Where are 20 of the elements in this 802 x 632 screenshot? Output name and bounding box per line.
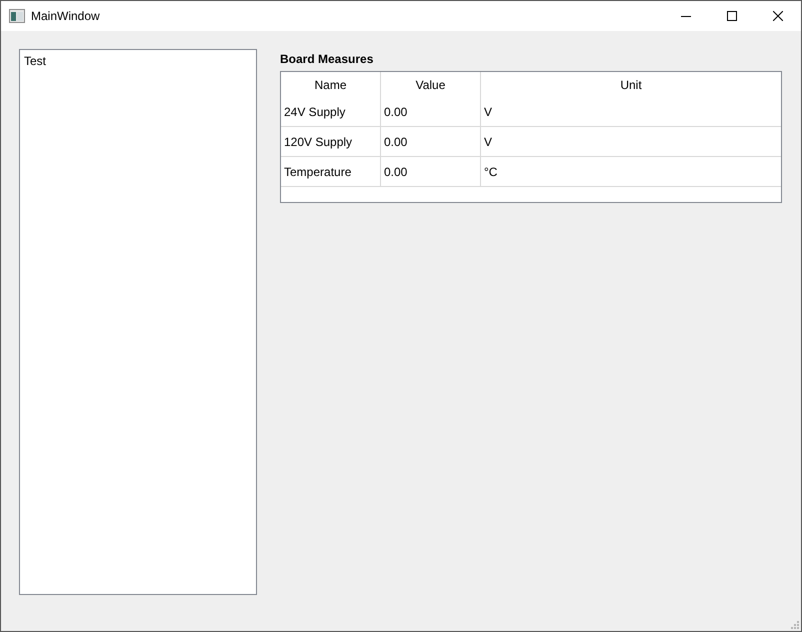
close-icon (773, 11, 783, 21)
table-cell: 0.00 (381, 157, 481, 186)
column-header[interactable]: Value (381, 72, 481, 97)
app-icon (9, 9, 25, 23)
table-cell-text: °C (483, 164, 498, 180)
table-cell: 120V Supply (281, 127, 381, 156)
window-title: MainWindow (31, 9, 100, 23)
table-cell-text: V (483, 134, 494, 150)
column-header[interactable]: Name (281, 72, 381, 97)
group-title: Board Measures (280, 51, 374, 68)
table-cell-text: V (483, 104, 494, 120)
table-cell: 0.00 (381, 127, 481, 156)
table-cell: 0.00 (381, 97, 481, 126)
size-grip-icon (790, 620, 800, 630)
table-cell: Temperature (281, 157, 381, 186)
table-cell: 24V Supply (281, 97, 381, 126)
column-header[interactable]: Unit (481, 72, 781, 97)
list-box[interactable]: Test (19, 49, 257, 595)
maximize-icon (727, 11, 737, 21)
list-item[interactable]: Test (20, 53, 256, 69)
